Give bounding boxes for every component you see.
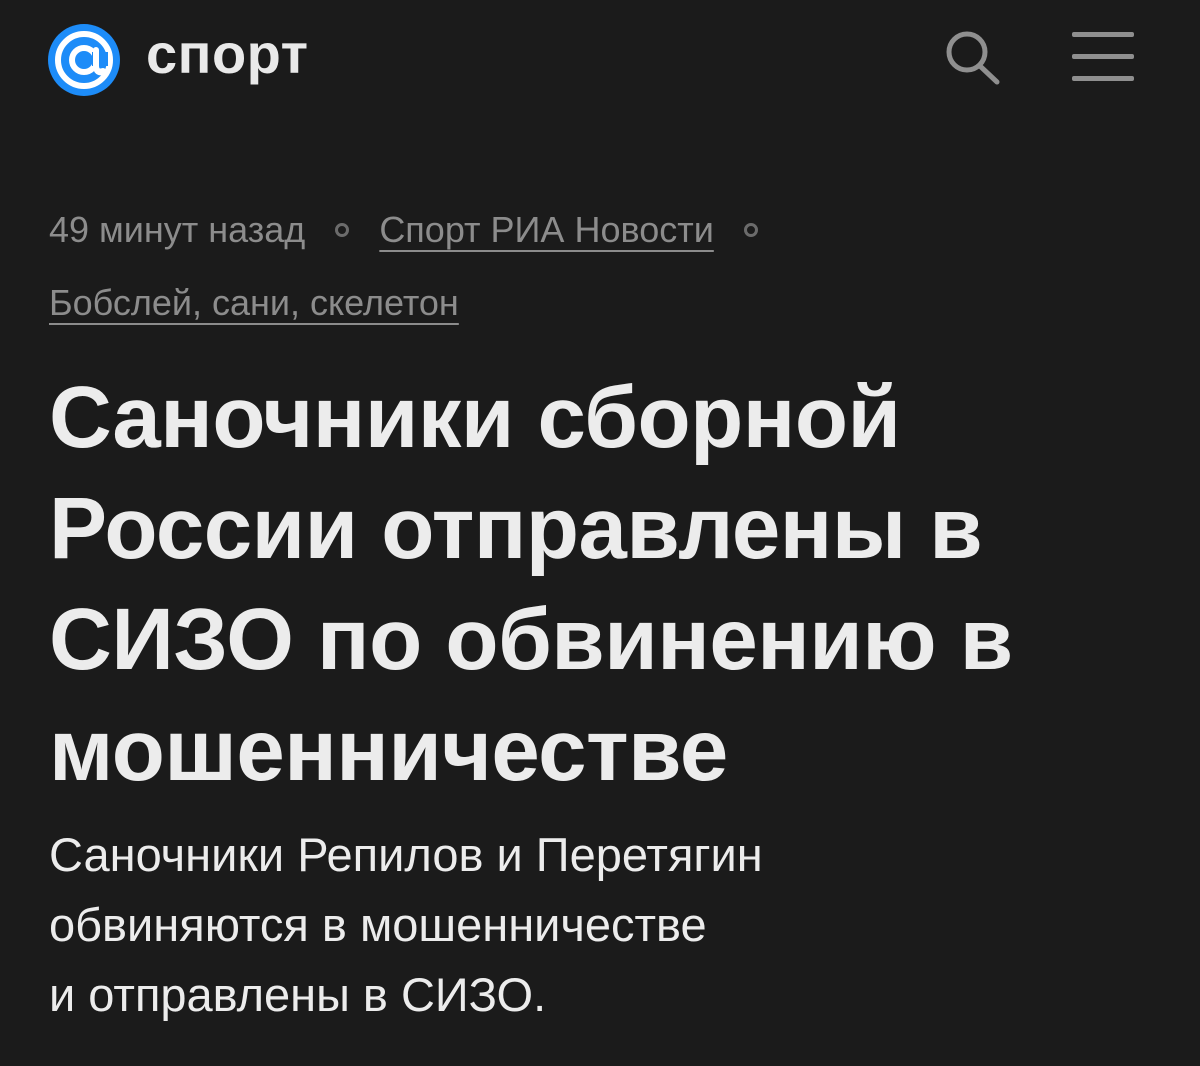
logo-text: спорт <box>146 22 309 85</box>
search-icon <box>946 31 1000 85</box>
source-link[interactable]: Спорт РИА Новости <box>379 209 714 251</box>
at-sign-logo-icon <box>48 24 120 96</box>
article-meta: 49 минут назад Спорт РИА Новости <box>49 205 788 255</box>
separator-dot-icon <box>335 223 350 237</box>
lead-line: Саночники Репилов и Перетягин <box>49 828 763 881</box>
article-headline: Саночники сборной России отправлены в СИ… <box>49 369 1013 799</box>
site-header: спорт <box>0 0 1200 112</box>
publish-time: 49 минут назад <box>49 209 306 250</box>
separator-dot-icon <box>743 223 758 237</box>
lead-line: и отправлены в СИЗО. <box>49 968 547 1021</box>
lead-line: обвиняются в мошенничестве <box>49 898 707 951</box>
menu-button[interactable] <box>1070 28 1136 84</box>
rubric: Бобслей, сани, скелетон <box>49 282 459 324</box>
site-logo-link[interactable]: спорт <box>48 24 309 96</box>
rubric-link[interactable]: Бобслей, сани, скелетон <box>49 282 459 323</box>
hamburger-menu-icon <box>1072 32 1134 81</box>
article-lead: Саночники Репилов и Перетягин обвиняются… <box>49 820 1149 1030</box>
search-button[interactable] <box>942 26 1004 88</box>
